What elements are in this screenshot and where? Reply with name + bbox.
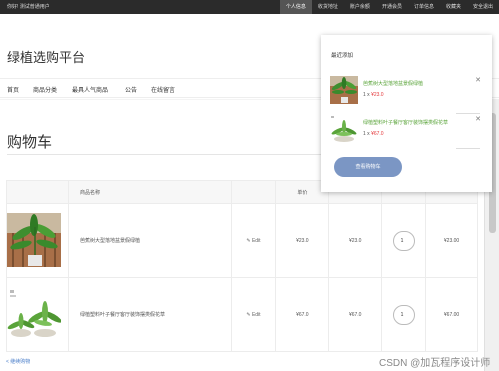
unit-price: ¥67.0 bbox=[275, 277, 330, 352]
edit-cell: ✎ Edit bbox=[230, 203, 277, 278]
quantity-prefix: 1 x bbox=[363, 131, 370, 137]
line-total: ¥23.00 bbox=[425, 203, 478, 278]
close-icon[interactable]: ✕ bbox=[475, 76, 481, 84]
nav-membership[interactable]: 开通会员 bbox=[376, 0, 408, 14]
cart-table: 商品名称 单价 芭蕉树大型落地盆景假绿植 ✎ Edit ¥23.0 ¥23.0 … bbox=[6, 180, 478, 352]
nav-favorites[interactable]: 收藏夹 bbox=[440, 0, 467, 14]
edit-cell: ✎ Edit bbox=[230, 277, 277, 352]
edit-button[interactable]: ✎ Edit bbox=[246, 312, 260, 318]
line-price: ¥23.0 bbox=[328, 203, 383, 278]
edit-label: Edit bbox=[251, 311, 261, 318]
popover-item-price: 1 x ¥67.0 bbox=[363, 131, 384, 137]
table-row: 芭蕉树大型落地盆景假绿植 ✎ Edit ¥23.0 ¥23.0 ¥23.00 bbox=[6, 203, 478, 278]
line-total: ¥67.00 bbox=[425, 277, 478, 352]
account-nav: 个人信息 收货地址 账户余额 开通会员 订单信息 收藏夹 安全退出 bbox=[279, 0, 499, 14]
nav-profile[interactable]: 个人信息 bbox=[279, 0, 312, 14]
nav-popular[interactable]: 最具人气商品 bbox=[72, 85, 108, 94]
user-greeting: 你好! 测试普通用户 bbox=[7, 4, 50, 10]
popover-item-name[interactable]: 芭蕉树大型落地盆景假绿植 bbox=[363, 80, 423, 87]
product-name[interactable]: 绿植塑料叶子餐厅客厅装饰摆类假花草 bbox=[67, 277, 232, 352]
line-price: ¥67.0 bbox=[328, 277, 383, 352]
column-header bbox=[6, 180, 69, 204]
quantity-cell bbox=[381, 277, 427, 352]
nav-messages[interactable]: 在线留言 bbox=[151, 85, 175, 94]
banana-plant-image[interactable] bbox=[7, 212, 61, 267]
edit-label: Edit bbox=[251, 237, 261, 244]
quantity-input[interactable] bbox=[392, 230, 415, 251]
popover-item: 绿植塑料叶子餐厅客厅装饰摆类假花草 1 x ¥67.0 ✕ bbox=[330, 115, 485, 145]
page-title: 购物车 bbox=[7, 134, 53, 151]
nav-announcements[interactable]: 公告 bbox=[125, 85, 137, 94]
nav-balance[interactable]: 账户余额 bbox=[344, 0, 376, 14]
top-bar: 你好! 测试普通用户 个人信息 收货地址 账户余额 开通会员 订单信息 收藏夹 … bbox=[0, 0, 499, 14]
nav-home[interactable]: 首页 bbox=[7, 85, 19, 94]
column-header bbox=[230, 180, 277, 204]
site-title[interactable]: 绿植选购平台 bbox=[7, 47, 85, 66]
popover-title: 最近添加 bbox=[331, 53, 354, 59]
popover-item: 芭蕉树大型落地盆景假绿植 1 x ¥23.0 ✕ bbox=[330, 76, 485, 106]
quantity-prefix: 1 x bbox=[363, 92, 370, 98]
palm-plant-image[interactable] bbox=[7, 286, 62, 341]
column-header-name: 商品名称 bbox=[67, 180, 232, 204]
palm-plant-thumbnail[interactable] bbox=[330, 115, 358, 143]
nav-categories[interactable]: 商品分类 bbox=[33, 85, 57, 94]
quantity-input[interactable] bbox=[392, 304, 415, 325]
popover-item-price: 1 x ¥23.0 bbox=[363, 92, 384, 98]
recently-added-popover: 最近添加 芭蕉树大型落地盆景假绿植 1 x ¥23.0 ✕ 绿植塑料叶子餐厅客厅… bbox=[321, 35, 492, 192]
product-image-cell bbox=[6, 203, 69, 278]
product-name[interactable]: 芭蕉树大型落地盆景假绿植 bbox=[67, 203, 232, 278]
quantity-cell bbox=[381, 203, 427, 278]
watermark: CSDN @加瓦程序设计师 bbox=[379, 358, 491, 369]
nav-orders[interactable]: 订单信息 bbox=[408, 0, 440, 14]
banana-plant-thumbnail[interactable] bbox=[330, 76, 358, 104]
popover-item-name[interactable]: 绿植塑料叶子餐厅客厅装饰摆类假花草 bbox=[363, 119, 448, 126]
table-row: 绿植塑料叶子餐厅客厅装饰摆类假花草 ✎ Edit ¥67.0 ¥67.0 ¥67… bbox=[6, 277, 478, 352]
product-image-cell bbox=[6, 277, 69, 352]
nav-address[interactable]: 收货地址 bbox=[312, 0, 344, 14]
price-amount: ¥23.0 bbox=[371, 92, 384, 98]
view-cart-button[interactable]: 查看购物车 bbox=[334, 157, 402, 177]
unit-price: ¥23.0 bbox=[275, 203, 330, 278]
close-icon[interactable]: ✕ bbox=[475, 115, 481, 123]
continue-shopping-link[interactable]: < 继续购物 bbox=[6, 358, 30, 365]
price-amount: ¥67.0 bbox=[371, 131, 384, 137]
nav-logout[interactable]: 安全退出 bbox=[467, 0, 499, 14]
edit-button[interactable]: ✎ Edit bbox=[246, 238, 260, 244]
divider bbox=[456, 148, 480, 149]
divider bbox=[456, 113, 480, 114]
